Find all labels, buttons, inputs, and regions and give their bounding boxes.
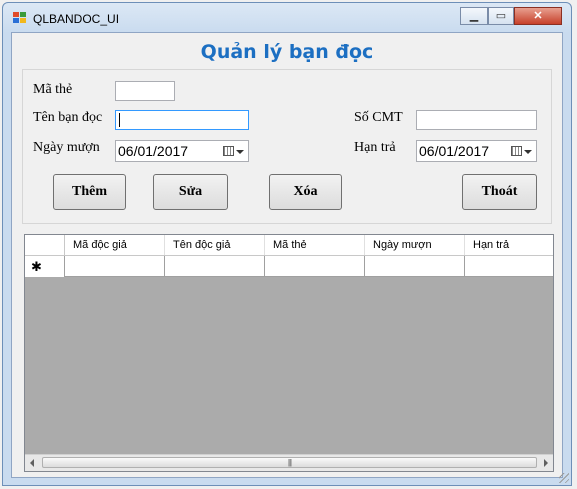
ma-the-input[interactable] (115, 81, 175, 101)
grid-cell[interactable] (265, 256, 365, 277)
grid-cell[interactable] (165, 256, 265, 277)
column-header[interactable]: Hạn trả (465, 235, 553, 255)
column-header[interactable]: Tên độc giả (165, 235, 265, 255)
label-ten-ban-doc: Tên bạn đọc (33, 110, 103, 125)
grid-cell[interactable] (65, 256, 165, 277)
scroll-thumb[interactable]: ||| (42, 457, 537, 468)
ngay-muon-value: 06/01/2017 (118, 143, 189, 159)
calendar-icon (511, 146, 522, 156)
dropdown-arrow-icon (524, 150, 532, 154)
maximize-icon: ▭ (495, 10, 507, 22)
maximize-button[interactable]: ▭ (488, 7, 514, 25)
new-row-marker-icon: ✱ (25, 256, 65, 277)
app-window: QLBANDOC_UI ▁ ▭ ✕ Quản lý bạn đọc Mã thẻ… (2, 2, 572, 486)
close-button[interactable]: ✕ (514, 7, 562, 25)
label-han-tra: Hạn trả (354, 140, 396, 155)
column-header[interactable]: Ngày mượn (365, 235, 465, 255)
close-icon: ✕ (533, 10, 543, 22)
thoat-button[interactable]: Thoát (462, 174, 537, 210)
so-cmt-input[interactable] (416, 110, 537, 130)
han-tra-value: 06/01/2017 (419, 143, 490, 159)
them-button[interactable]: Thêm (53, 174, 126, 210)
ngay-muon-datepicker[interactable]: 06/01/2017 (115, 140, 249, 162)
new-row[interactable]: ✱ (25, 256, 553, 277)
grid-corner[interactable] (25, 235, 65, 255)
scroll-right-icon[interactable] (544, 459, 548, 467)
grid-cell[interactable] (465, 256, 553, 277)
dropdown-arrow-icon (236, 150, 244, 154)
title-bar[interactable]: QLBANDOC_UI ▁ ▭ ✕ (3, 3, 571, 31)
label-ngay-muon: Ngày mượn (33, 140, 100, 155)
grid-header: Mã độc giả Tên độc giả Mã thẻ Ngày mượn … (25, 235, 553, 256)
resize-grip-icon[interactable] (559, 473, 569, 483)
label-ma-the: Mã thẻ (33, 82, 73, 97)
column-header[interactable]: Mã thẻ (265, 235, 365, 255)
xoa-button[interactable]: Xóa (269, 174, 342, 210)
han-tra-datepicker[interactable]: 06/01/2017 (416, 140, 537, 162)
horizontal-scrollbar[interactable]: ||| (25, 454, 553, 471)
column-header[interactable]: Mã độc giả (65, 235, 165, 255)
calendar-icon (223, 146, 234, 156)
minimize-button[interactable]: ▁ (460, 7, 488, 25)
form-heading: Quản lý bạn đọc (200, 41, 374, 63)
minimize-icon: ▁ (469, 10, 479, 22)
text-caret (119, 113, 120, 127)
sua-button[interactable]: Sửa (153, 174, 228, 210)
label-so-cmt: Số CMT (354, 110, 403, 125)
window-title: QLBANDOC_UI (33, 12, 120, 26)
form-client-area: Quản lý bạn đọc Mã thẻ Tên bạn đọc Ngày … (11, 32, 563, 478)
ten-ban-doc-input[interactable] (115, 110, 249, 130)
app-icon (13, 12, 27, 24)
grid-cell[interactable] (365, 256, 465, 277)
scroll-left-icon[interactable] (30, 459, 34, 467)
data-grid[interactable]: Mã độc giả Tên độc giả Mã thẻ Ngày mượn … (24, 234, 554, 472)
